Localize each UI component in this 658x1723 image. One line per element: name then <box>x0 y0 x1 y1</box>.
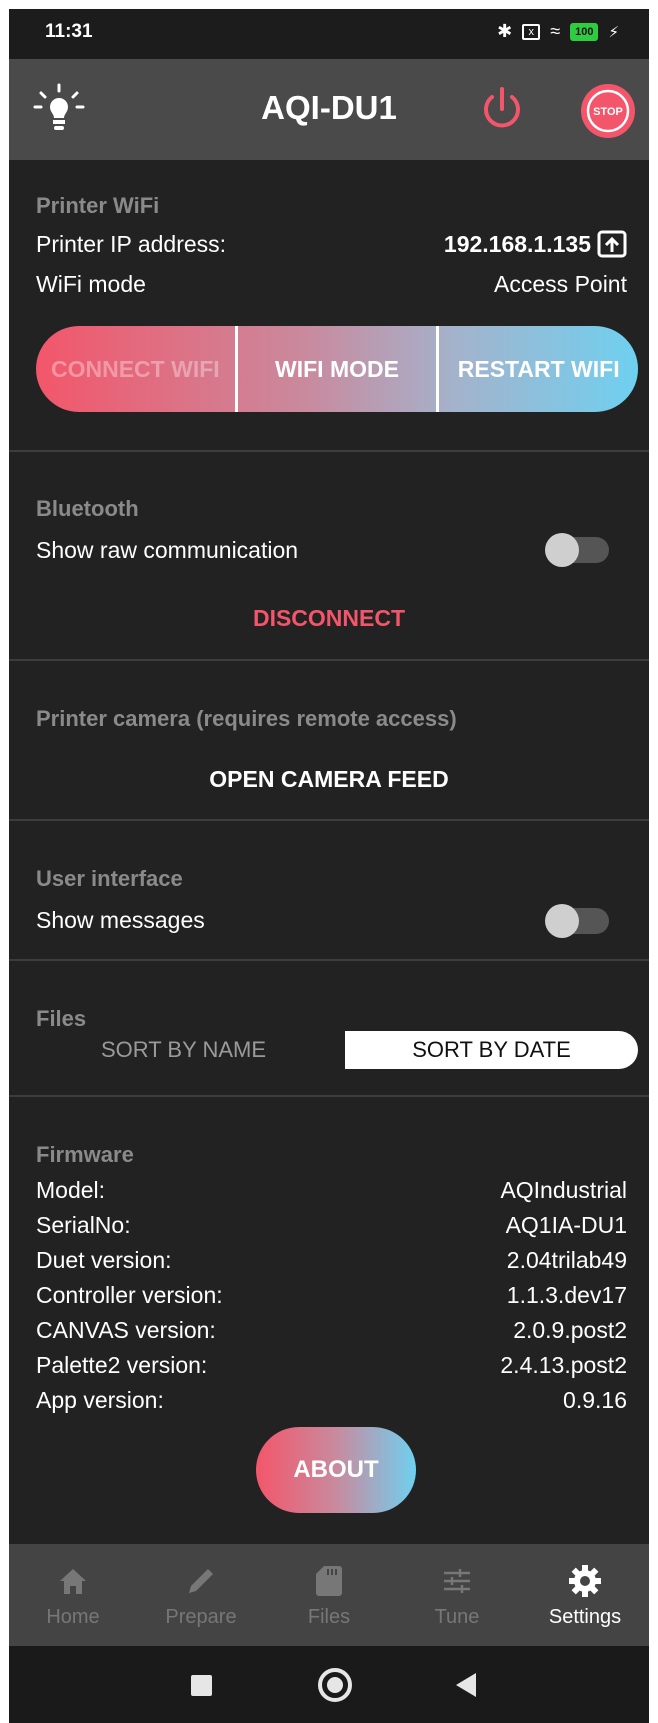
firmware-value: AQIndustrial <box>500 1177 627 1203</box>
power-icon[interactable] <box>476 83 528 135</box>
wifi-icon: ≈ <box>550 21 561 41</box>
bottom-navigation: Home Prepare Files Tune Settings <box>9 1544 649 1646</box>
divider <box>9 959 649 961</box>
back-icon[interactable] <box>456 1673 476 1697</box>
restart-wifi-button[interactable]: RESTART WIFI <box>439 326 638 412</box>
home-icon <box>60 1568 86 1594</box>
sim-icon: x <box>522 23 541 40</box>
wifi-button-group: CONNECT WIFI WIFI MODE RESTART WIFI <box>36 326 638 412</box>
show-messages-label: Show messages <box>36 907 205 933</box>
nav-label: Files <box>307 1605 351 1628</box>
nav-prepare[interactable]: Prepare <box>137 1544 265 1646</box>
gear-icon <box>569 1564 601 1597</box>
raw-communication-toggle[interactable] <box>545 533 609 567</box>
firmware-label: CANVAS version: <box>36 1317 216 1343</box>
pencil-icon <box>189 1568 213 1593</box>
files-title: Files <box>36 1006 87 1031</box>
connect-wifi-button[interactable]: CONNECT WIFI <box>36 326 235 412</box>
sort-by-name-button[interactable]: SORT BY NAME <box>36 1031 331 1069</box>
divider <box>9 819 649 821</box>
ip-address-label: Printer IP address: <box>36 231 227 257</box>
battery-icon: 100 <box>570 22 599 41</box>
status-time: 11:31 <box>45 21 93 42</box>
nav-label: Prepare <box>165 1605 237 1628</box>
user-interface-title: User interface <box>36 866 183 891</box>
bluetooth-title: Bluetooth <box>36 496 139 521</box>
home-system-icon[interactable] <box>318 1668 352 1702</box>
camera-title: Printer camera (requires remote access) <box>36 706 457 731</box>
show-messages-toggle[interactable] <box>545 904 609 938</box>
firmware-value: 0.9.16 <box>563 1387 627 1413</box>
charging-icon: ⚡ <box>608 23 619 41</box>
about-button[interactable]: ABOUT <box>256 1427 416 1513</box>
nav-label: Tune <box>434 1605 480 1628</box>
open-camera-feed-button[interactable]: OPEN CAMERA FEED <box>9 766 649 793</box>
nav-settings[interactable]: Settings <box>521 1544 649 1646</box>
status-icons: ✱ x ≈ 100 ⚡ <box>497 21 619 42</box>
raw-communication-label: Show raw communication <box>36 537 299 563</box>
emergency-stop-icon[interactable]: STOP <box>580 83 636 139</box>
wifi-mode-button[interactable]: WIFI MODE <box>238 326 437 412</box>
sort-toggle-group: SORT BY NAME SORT BY DATE <box>36 1031 638 1069</box>
sliders-icon <box>444 1568 470 1593</box>
stop-label: STOP <box>593 106 623 118</box>
divider <box>9 1095 649 1097</box>
page-title: AQI-DU1 <box>261 89 397 126</box>
firmware-label: App version: <box>36 1387 164 1413</box>
phone-screen: 11:31 ✱ x ≈ 100 ⚡ AQI-DU1 STOP Printer W… <box>9 9 649 1723</box>
ip-address-row: 192.168.1.135 <box>444 230 627 258</box>
nav-tune[interactable]: Tune <box>393 1544 521 1646</box>
firmware-label: Palette2 version: <box>36 1352 208 1378</box>
firmware-value: AQ1IA-DU1 <box>505 1212 627 1238</box>
sort-by-date-button[interactable]: SORT BY DATE <box>345 1031 638 1069</box>
firmware-title: Firmware <box>36 1142 134 1167</box>
nav-files[interactable]: Files <box>265 1544 393 1646</box>
open-browser-icon[interactable] <box>597 230 627 258</box>
divider <box>9 450 649 452</box>
nav-label: Settings <box>548 1605 622 1628</box>
firmware-value: 1.1.3.dev17 <box>506 1282 627 1308</box>
sd-card-icon <box>316 1565 342 1596</box>
firmware-label: SerialNo: <box>36 1212 131 1238</box>
printer-wifi-title: Printer WiFi <box>36 193 160 218</box>
divider <box>9 659 649 661</box>
firmware-label: Controller version: <box>36 1282 223 1308</box>
firmware-label: Model: <box>36 1177 106 1203</box>
wifi-mode-label: WiFi mode <box>36 271 146 297</box>
bluetooth-icon: ✱ <box>497 21 513 41</box>
app-bar: AQI-DU1 STOP <box>9 59 649 160</box>
toggle-knob <box>545 533 579 567</box>
nav-home[interactable]: Home <box>9 1544 137 1646</box>
nav-label: Home <box>46 1605 100 1628</box>
system-navigation-bar <box>9 1646 649 1723</box>
disconnect-button[interactable]: DISCONNECT <box>9 605 649 632</box>
wifi-mode-value: Access Point <box>494 271 627 297</box>
toggle-knob <box>545 904 579 938</box>
status-bar: 11:31 ✱ x ≈ 100 ⚡ <box>9 9 649 59</box>
recents-icon[interactable] <box>191 1675 212 1696</box>
ip-address-value: 192.168.1.135 <box>443 230 591 257</box>
firmware-value: 2.0.9.post2 <box>513 1317 627 1343</box>
firmware-label: Duet version: <box>36 1247 172 1273</box>
firmware-value: 2.04trilab49 <box>506 1247 627 1273</box>
firmware-value: 2.4.13.post2 <box>500 1352 627 1378</box>
